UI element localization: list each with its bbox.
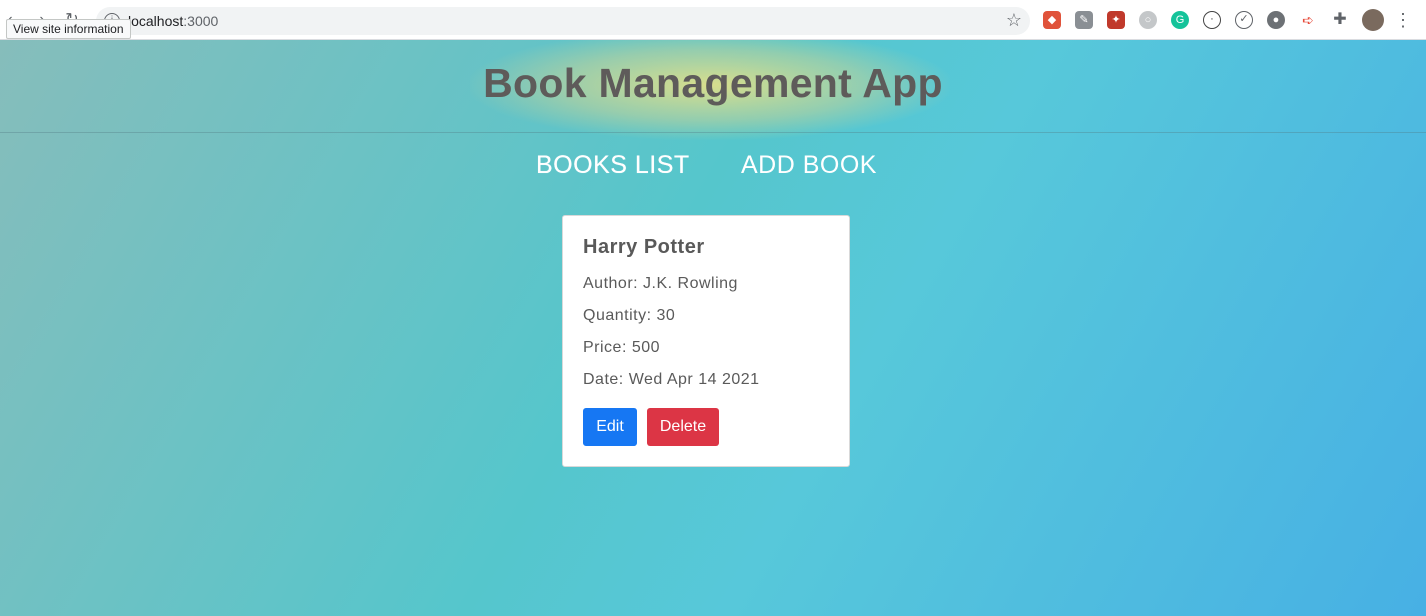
book-date: Date: Wed Apr 14 2021 — [583, 371, 760, 388]
kebab-menu-icon[interactable]: ⋮ — [1394, 10, 1412, 31]
check-icon[interactable]: ✓ — [1235, 11, 1253, 29]
browser-toolbar: ‹ › ↻ i localhost:3000 ☆ View site infor… — [0, 0, 1426, 40]
grammarly-icon[interactable]: G — [1171, 11, 1189, 29]
book-title: Harry Potter — [583, 236, 705, 258]
nav-add-book[interactable]: ADD BOOK — [741, 151, 877, 180]
avatar[interactable] — [1362, 9, 1384, 31]
delete-button[interactable]: Delete — [647, 408, 719, 446]
site-info-tooltip: View site information — [6, 19, 131, 39]
url-text[interactable]: localhost:3000 — [128, 13, 218, 29]
puzzle-icon[interactable]: ✚ — [1331, 11, 1349, 29]
address-bar[interactable]: i localhost:3000 ☆ — [96, 7, 1030, 35]
url-host: localhost — [128, 13, 184, 29]
extension-icon[interactable]: ➪ — [1299, 11, 1317, 29]
book-price: Price: 500 — [583, 339, 661, 356]
extension-icon[interactable]: ✎ — [1075, 11, 1093, 29]
app-page: Book Management App BOOKS LIST ADD BOOK … — [0, 40, 1426, 616]
book-quantity: Quantity: 30 — [583, 307, 676, 324]
extension-icon[interactable]: ○ — [1139, 11, 1157, 29]
book-author: Author: J.K. Rowling — [583, 275, 738, 292]
book-card: Harry Potter Author: J.K. Rowling Quanti… — [562, 215, 850, 467]
extension-icon[interactable]: · — [1203, 11, 1221, 29]
edit-button[interactable]: Edit — [583, 408, 637, 446]
bookmark-star-icon[interactable]: ☆ — [1006, 10, 1022, 31]
extension-icon[interactable]: ✦ — [1107, 11, 1125, 29]
extension-icon[interactable]: ◆ — [1043, 11, 1061, 29]
header-divider — [0, 132, 1426, 133]
nav-books-list[interactable]: BOOKS LIST — [536, 151, 690, 180]
app-title: Book Management App — [483, 60, 943, 106]
extension-icon[interactable]: ● — [1267, 11, 1285, 29]
url-port: :3000 — [183, 13, 219, 29]
